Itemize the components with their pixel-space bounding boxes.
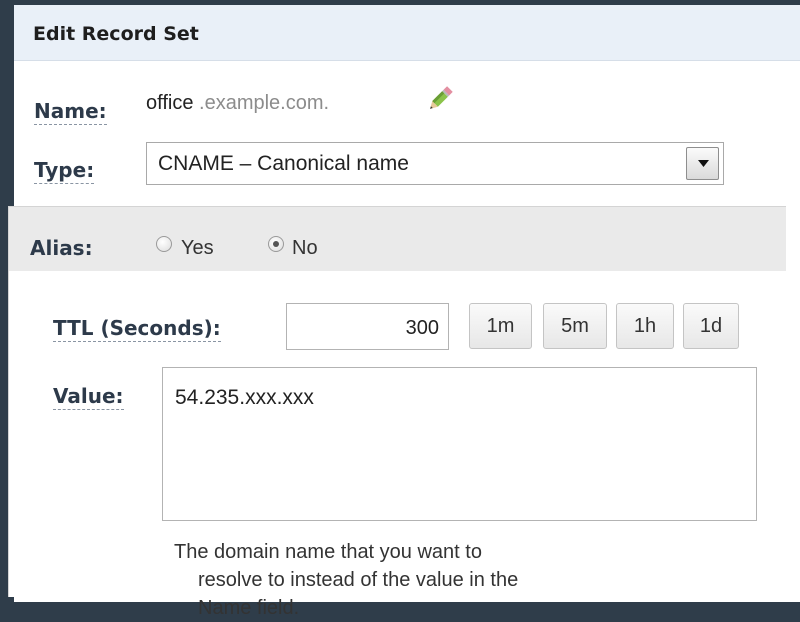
ttl-input[interactable]: 300 <box>286 303 449 350</box>
name-prefix: office <box>146 92 194 114</box>
value-label: Value: <box>53 384 124 410</box>
help-line-3: Name field. <box>198 597 300 619</box>
panel-header: Edit Record Set <box>14 5 800 61</box>
pencil-icon[interactable] <box>423 82 457 116</box>
alias-no-label: No <box>292 237 318 259</box>
ttl-5m-button[interactable]: 5m <box>543 303 607 349</box>
type-selected-value: CNAME – Canonical name <box>158 152 409 175</box>
triangle-down-icon <box>698 160 709 167</box>
ttl-1m-button[interactable]: 1m <box>469 303 532 349</box>
value-help-text: The domain name that you want to resolve… <box>174 538 594 622</box>
alias-section <box>8 206 786 272</box>
help-line-2: resolve to instead of the value in the <box>198 569 519 591</box>
ttl-1h-button[interactable]: 1h <box>616 303 674 349</box>
alias-label: Alias: <box>30 236 93 260</box>
ttl-label: TTL (Seconds): <box>53 316 221 342</box>
name-label: Name: <box>34 99 107 125</box>
type-label: Type: <box>34 158 95 184</box>
name-domain: .example.com. <box>193 92 330 114</box>
value-textarea[interactable]: 54.235.xxx.xxx <box>162 367 757 521</box>
panel-title: Edit Record Set <box>33 23 199 45</box>
help-line-1: The domain name that you want to <box>174 541 482 563</box>
ttl-1d-button[interactable]: 1d <box>683 303 739 349</box>
ttl-value: 300 <box>405 317 439 339</box>
name-value: office .example.com. <box>146 91 329 115</box>
alias-no-radio[interactable] <box>268 236 284 252</box>
alias-yes-radio[interactable] <box>156 236 172 252</box>
value-text: 54.235.xxx.xxx <box>175 386 314 409</box>
dropdown-button[interactable] <box>686 147 719 180</box>
alias-yes-label: Yes <box>181 237 214 259</box>
type-select[interactable]: CNAME – Canonical name <box>146 142 724 185</box>
